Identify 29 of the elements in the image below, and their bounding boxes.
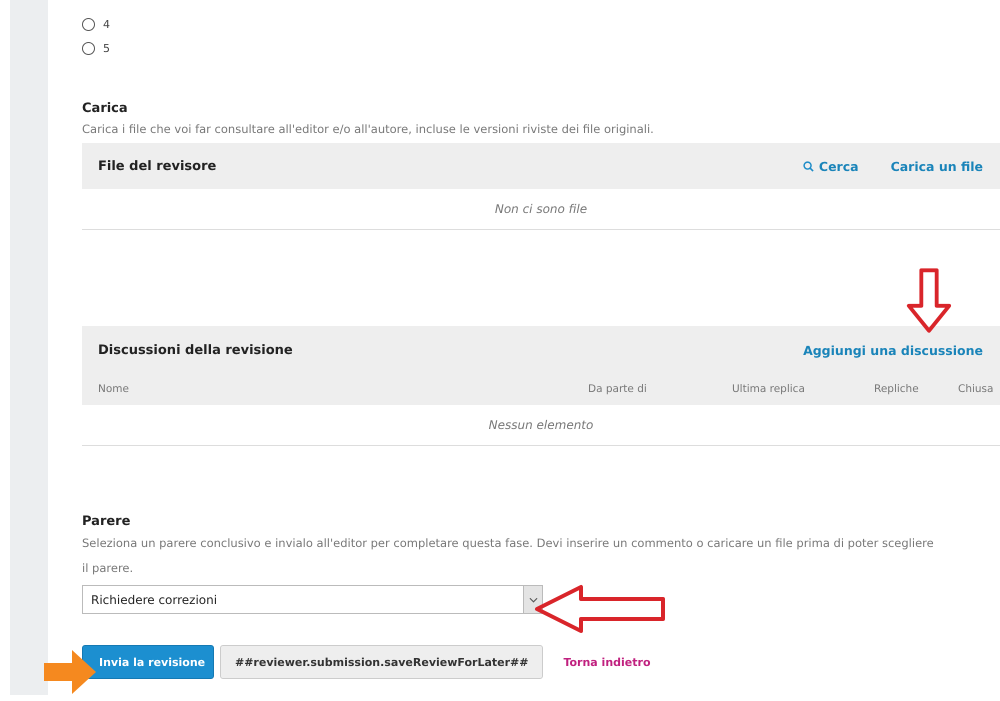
radio-label: 4 bbox=[103, 18, 110, 30]
back-link[interactable]: Torna indietro bbox=[549, 645, 665, 679]
column-header: Nome bbox=[98, 382, 130, 394]
action-link[interactable]: Cerca bbox=[802, 158, 859, 174]
caret-icon bbox=[528, 596, 538, 602]
recommendation-select[interactable]: Richiedere correzioni bbox=[82, 585, 543, 614]
radio-button[interactable] bbox=[82, 18, 95, 30]
select-value: Richiedere correzioni bbox=[90, 592, 218, 606]
panel-title: Discussioni della revisione bbox=[98, 342, 293, 358]
search-icon bbox=[802, 160, 814, 172]
radio-button[interactable] bbox=[82, 42, 95, 54]
action-link[interactable]: Carica un file bbox=[890, 158, 983, 174]
column-header: Ultima replica bbox=[732, 382, 806, 394]
empty-message: Non ci sono file bbox=[82, 189, 1000, 230]
section-heading: Carica bbox=[82, 101, 129, 116]
section-description: Carica i file che voi far consultare all'editor e/o all'autore, incluse le versioni riviste dei file originali. bbox=[82, 121, 655, 137]
section-description: Seleziona un parere conclusivo e invialo all'editor per completare questa fase. Devi inserire un commento o caricare un file prima di poter scegliere il parere. bbox=[82, 535, 935, 577]
right-arrow-annotation bbox=[44, 650, 96, 694]
empty-message: Nessun elemento bbox=[82, 405, 1000, 446]
radio-label: 5 bbox=[103, 42, 110, 54]
action-link[interactable]: Aggiungi una discussione bbox=[803, 342, 983, 358]
column-header: Da parte di bbox=[588, 382, 648, 394]
down-arrow-annotation bbox=[905, 267, 953, 335]
section-heading: Parere bbox=[82, 514, 132, 529]
save-button[interactable]: ##reviewer.submission.saveReviewForLater## bbox=[220, 645, 544, 679]
panel-title: File del revisore bbox=[98, 158, 216, 174]
column-header: Chiusa bbox=[958, 382, 994, 394]
submit-button[interactable]: Invia la revisione bbox=[82, 645, 214, 679]
column-header: Repliche bbox=[874, 382, 920, 394]
